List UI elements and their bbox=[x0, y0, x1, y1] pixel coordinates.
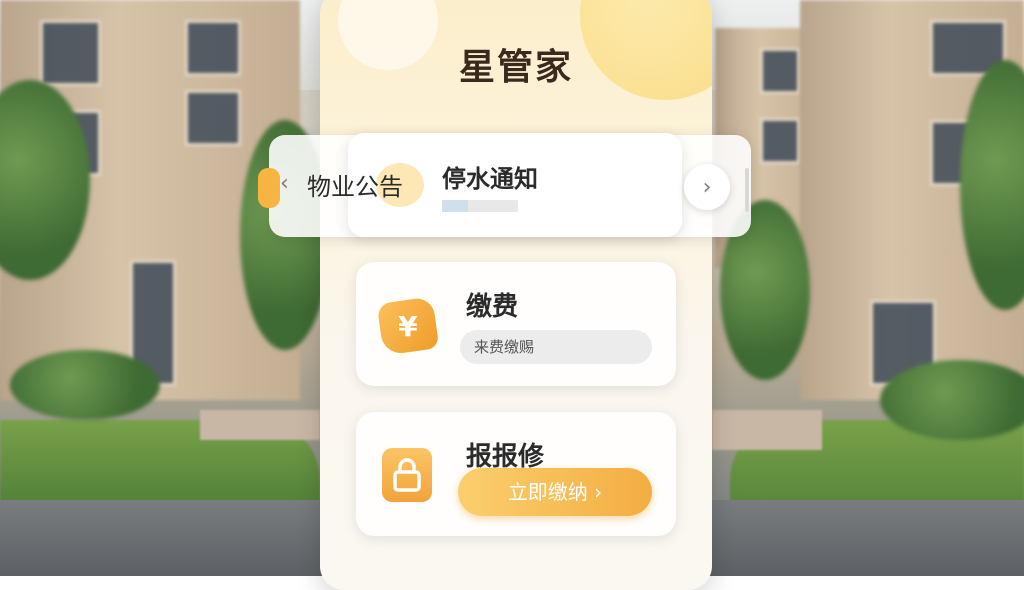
lock-icon bbox=[382, 448, 432, 502]
payment-card[interactable]: ¥ 缴费 来费缴赐 bbox=[356, 262, 676, 386]
repair-card[interactable]: 报报修 立即缴纳 › bbox=[356, 412, 676, 536]
notice-title: 停水通知 bbox=[442, 165, 538, 193]
yuan-icon: ¥ bbox=[376, 296, 440, 356]
app-title: 星管家 bbox=[458, 47, 573, 88]
chevron-right-icon[interactable]: › bbox=[684, 164, 730, 210]
pay-now-button[interactable]: 立即缴纳 › bbox=[458, 468, 652, 516]
chevron-right-icon: › bbox=[594, 480, 603, 504]
walkway bbox=[200, 410, 320, 440]
pay-now-label: 立即缴纳 bbox=[507, 480, 588, 504]
notice-tag: 物业公告 bbox=[307, 173, 403, 201]
walkway bbox=[712, 410, 822, 450]
notice-preview-placeholder bbox=[442, 200, 518, 212]
payment-input[interactable]: 来费缴赐 bbox=[460, 330, 652, 364]
carousel-prev-accent bbox=[258, 168, 280, 208]
carousel-next-edge bbox=[745, 168, 749, 212]
hedge bbox=[10, 350, 160, 420]
payment-title: 缴费 bbox=[466, 292, 519, 322]
chevron-left-icon[interactable]: ‹ bbox=[280, 171, 289, 196]
